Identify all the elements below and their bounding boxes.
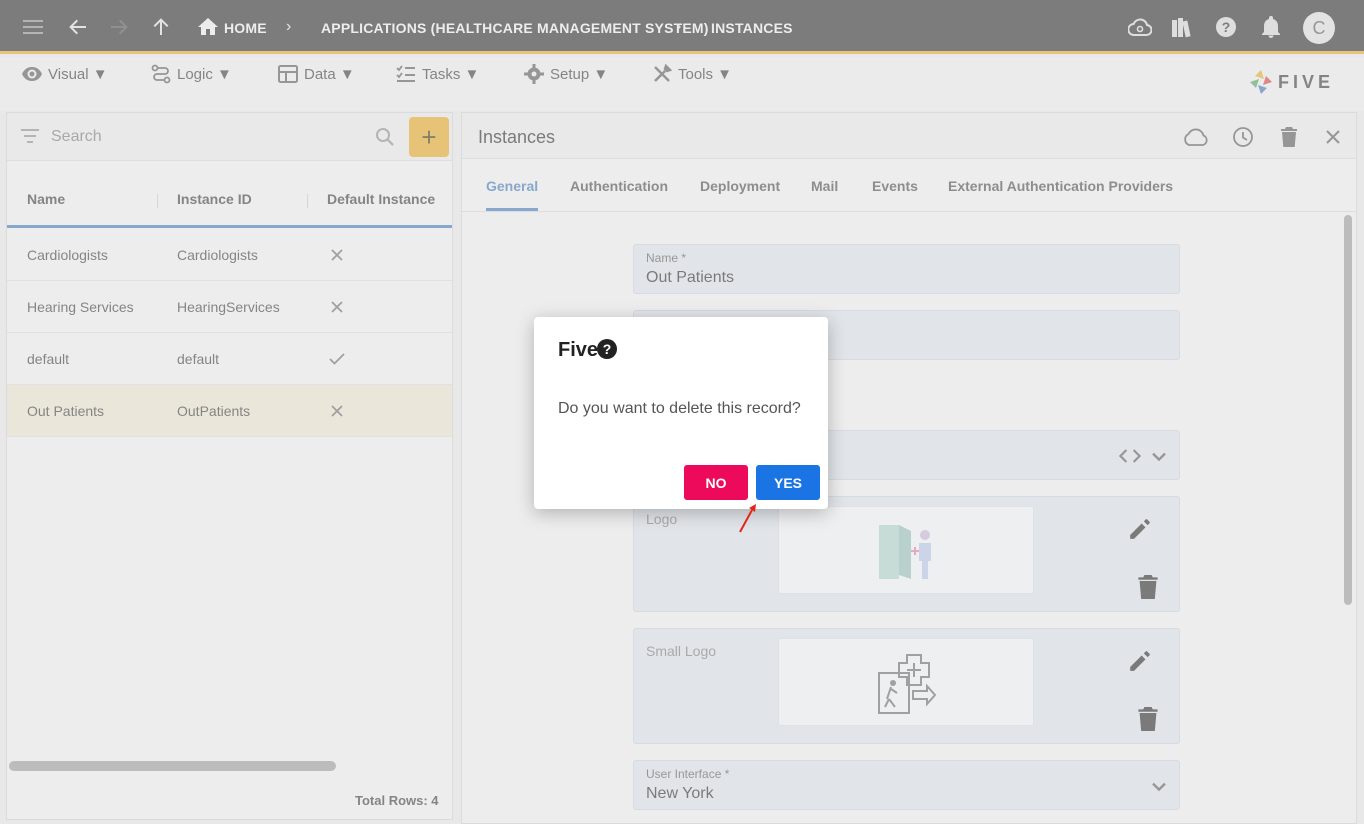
svg-text:?: ? [603, 341, 612, 357]
dialog-message: Do you want to delete this record? [558, 400, 801, 417]
no-button[interactable]: NO [684, 465, 748, 500]
confirm-delete-dialog: Five ? Do you want to delete this record… [534, 317, 828, 509]
help-icon[interactable]: ? [596, 338, 618, 360]
yes-button[interactable]: YES [756, 465, 820, 500]
dialog-title: Five [558, 339, 599, 361]
pointer-arrow-annotation [739, 504, 756, 533]
